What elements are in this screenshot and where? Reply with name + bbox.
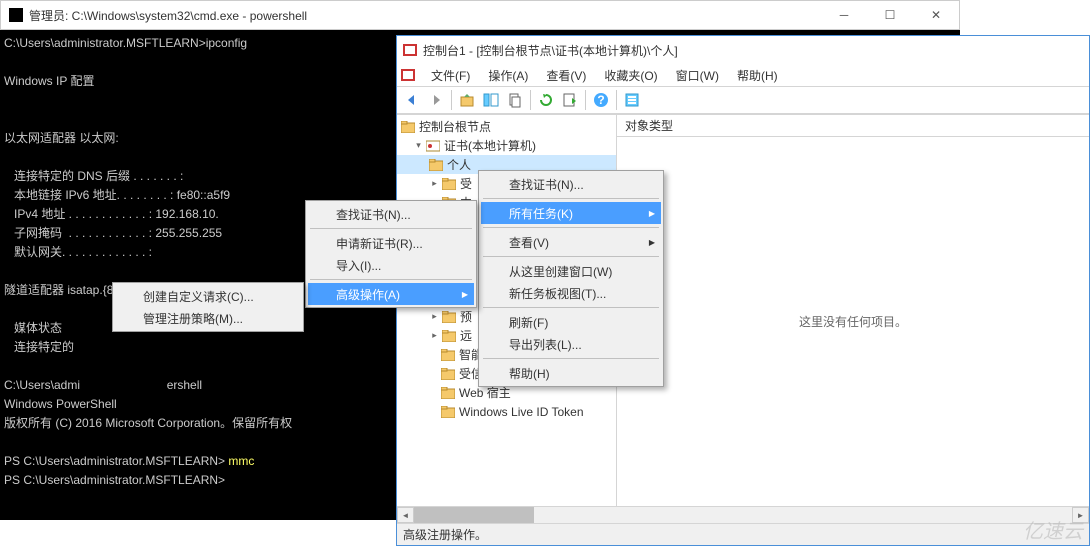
mmc-app-icon: [403, 44, 417, 56]
menu-help[interactable]: 帮助(H): [481, 362, 661, 384]
back-button[interactable]: [401, 89, 423, 111]
tree-item-label: 个人: [447, 156, 471, 173]
folder-icon: [401, 121, 415, 133]
refresh-button[interactable]: [535, 89, 557, 111]
tree-root-label: 控制台根节点: [419, 118, 491, 135]
folder-icon: [441, 349, 455, 361]
tree-item-label: Windows Live ID Token: [459, 405, 584, 419]
menu-new-window[interactable]: 从这里创建窗口(W): [481, 260, 661, 282]
tree-item-label: 受: [460, 175, 472, 192]
tree-cert-root[interactable]: ▾ 证书(本地计算机): [397, 136, 616, 155]
menu-favorites[interactable]: 收藏夹(O): [596, 65, 665, 86]
context-menu-advanced: 创建自定义请求(C)... 管理注册策略(M)...: [112, 282, 304, 332]
menu-view[interactable]: 查看(V)▶: [481, 231, 661, 253]
menu-find-cert[interactable]: 查找证书(N)...: [308, 203, 474, 225]
menu-view[interactable]: 查看(V): [538, 65, 594, 86]
menu-export-list[interactable]: 导出列表(L)...: [481, 333, 661, 355]
show-hide-tree-button[interactable]: [480, 89, 502, 111]
tree-cert-label: 证书(本地计算机): [444, 137, 536, 154]
list-empty-text: 这里没有任何项目。: [617, 137, 1089, 506]
close-button[interactable]: ✕: [913, 1, 959, 29]
submenu-arrow-icon: ▶: [649, 238, 655, 247]
cmd-icon: [9, 8, 23, 22]
menu-custom-request[interactable]: 创建自定义请求(C)...: [115, 285, 301, 307]
mmc-toolbar: ?: [397, 86, 1089, 114]
menu-window[interactable]: 窗口(W): [668, 65, 727, 86]
mmc-doc-icon: [401, 69, 415, 81]
folder-icon: [442, 311, 456, 323]
watermark: 亿速云: [1023, 515, 1083, 544]
menu-all-tasks[interactable]: 所有任务(K)▶: [481, 202, 661, 224]
cmd-title: 管理员: C:\Windows\system32\cmd.exe - power…: [29, 7, 821, 24]
export-button[interactable]: [559, 89, 581, 111]
mmc-menubar: 文件(F) 操作(A) 查看(V) 收藏夹(O) 窗口(W) 帮助(H): [397, 64, 1089, 86]
folder-icon: [441, 387, 455, 399]
expand-icon[interactable]: ▸: [429, 311, 440, 322]
cmd-titlebar: 管理员: C:\Windows\system32\cmd.exe - power…: [0, 0, 960, 30]
context-menu-primary: 查找证书(N)... 所有任务(K)▶ 查看(V)▶ 从这里创建窗口(W) 新任…: [478, 170, 664, 387]
help-button[interactable]: ?: [590, 89, 612, 111]
menu-advanced-ops[interactable]: 高级操作(A)▶: [308, 283, 474, 305]
forward-button[interactable]: [425, 89, 447, 111]
horizontal-scrollbar[interactable]: ◄ ►: [397, 506, 1089, 523]
tree-item[interactable]: Windows Live ID Token: [397, 402, 616, 421]
collapse-icon[interactable]: ▾: [413, 140, 424, 151]
list-header[interactable]: 对象类型: [617, 115, 1089, 137]
minimize-button[interactable]: ─: [821, 1, 867, 29]
menu-request-cert[interactable]: 申请新证书(R)...: [308, 232, 474, 254]
expand-icon[interactable]: ▸: [429, 178, 440, 189]
up-button[interactable]: [456, 89, 478, 111]
menu-import[interactable]: 导入(I)...: [308, 254, 474, 276]
expand-icon[interactable]: ▸: [429, 330, 440, 341]
submenu-arrow-icon: ▶: [649, 209, 655, 218]
submenu-arrow-icon: ▶: [462, 290, 468, 299]
tree-root[interactable]: 控制台根节点: [397, 117, 616, 136]
mmc-list-pane: 对象类型 这里没有任何项目。: [617, 115, 1089, 506]
tree-item-label: 远: [460, 327, 472, 344]
folder-icon: [442, 330, 456, 342]
tree-item-label: 预: [460, 308, 472, 325]
folder-icon: [441, 406, 455, 418]
cmd-window-controls: ─ ☐ ✕: [821, 1, 959, 29]
menu-find-cert[interactable]: 查找证书(N)...: [481, 173, 661, 195]
menu-new-taskpad[interactable]: 新任务板视图(T)...: [481, 282, 661, 304]
view-button[interactable]: [621, 89, 643, 111]
mmc-statusbar: 高级注册操作。: [397, 523, 1089, 545]
scroll-left-button[interactable]: ◄: [397, 507, 414, 523]
folder-icon: [441, 368, 455, 380]
menu-file[interactable]: 文件(F): [423, 65, 478, 86]
scroll-thumb[interactable]: [414, 507, 534, 523]
mmc-titlebar: 控制台1 - [控制台根节点\证书(本地计算机)\个人]: [397, 36, 1089, 64]
copy-button[interactable]: [504, 89, 526, 111]
cert-icon: [426, 140, 440, 152]
svg-text:?: ?: [597, 93, 604, 107]
menu-action[interactable]: 操作(A): [480, 65, 536, 86]
mmc-title: 控制台1 - [控制台根节点\证书(本地计算机)\个人]: [423, 42, 1089, 59]
menu-manage-enrollment[interactable]: 管理注册策略(M)...: [115, 307, 301, 329]
maximize-button[interactable]: ☐: [867, 1, 913, 29]
menu-help[interactable]: 帮助(H): [729, 65, 786, 86]
menu-refresh[interactable]: 刷新(F): [481, 311, 661, 333]
context-menu-all-tasks: 查找证书(N)... 申请新证书(R)... 导入(I)... 高级操作(A)▶: [305, 200, 477, 308]
folder-icon: [442, 178, 456, 190]
folder-icon: [429, 159, 443, 171]
